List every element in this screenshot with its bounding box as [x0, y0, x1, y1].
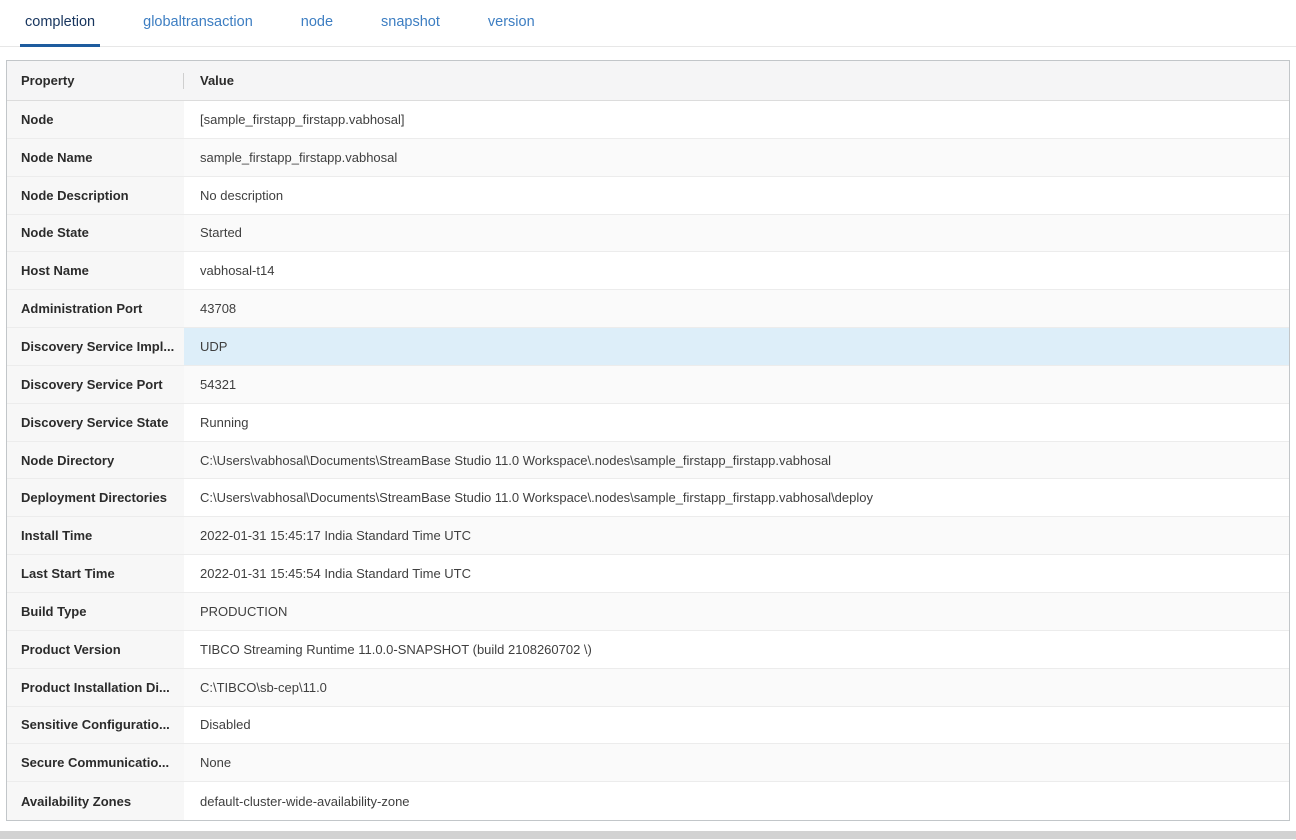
table-row[interactable]: Node[sample_firstapp_firstapp.vabhosal] [7, 101, 1289, 139]
property-cell: Product Version [7, 631, 184, 668]
value-cell: vabhosal-t14 [184, 252, 1289, 289]
table-row[interactable]: Node DescriptionNo description [7, 177, 1289, 215]
value-cell: 43708 [184, 290, 1289, 327]
value-cell: UDP [184, 328, 1289, 365]
property-cell: Availability Zones [7, 782, 184, 820]
property-cell: Discovery Service Impl... [7, 328, 184, 365]
table-row[interactable]: Sensitive Configuratio...Disabled [7, 707, 1289, 745]
tab-completion[interactable]: completion [20, 0, 100, 47]
value-cell: PRODUCTION [184, 593, 1289, 630]
property-cell: Install Time [7, 517, 184, 554]
table-row[interactable]: Discovery Service StateRunning [7, 404, 1289, 442]
value-cell: Started [184, 215, 1289, 252]
value-cell: Disabled [184, 707, 1289, 744]
tab-snapshot[interactable]: snapshot [376, 0, 445, 47]
value-cell: None [184, 744, 1289, 781]
table-row[interactable]: Node StateStarted [7, 215, 1289, 253]
property-cell: Build Type [7, 593, 184, 630]
table-row[interactable]: Product Installation Di...C:\TIBCO\sb-ce… [7, 669, 1289, 707]
table-row[interactable]: Deployment DirectoriesC:\Users\vabhosal\… [7, 479, 1289, 517]
tab-node[interactable]: node [296, 0, 338, 47]
table-row[interactable]: Administration Port43708 [7, 290, 1289, 328]
value-cell: C:\TIBCO\sb-cep\11.0 [184, 669, 1289, 706]
value-cell: [sample_firstapp_firstapp.vabhosal] [184, 101, 1289, 138]
value-cell: 2022-01-31 15:45:54 India Standard Time … [184, 555, 1289, 592]
table-row[interactable]: Discovery Service Impl...UDP [7, 328, 1289, 366]
horizontal-scrollbar[interactable] [0, 831, 1296, 839]
property-cell: Secure Communicatio... [7, 744, 184, 781]
tab-version[interactable]: version [483, 0, 540, 47]
value-cell: C:\Users\vabhosal\Documents\StreamBase S… [184, 442, 1289, 479]
table-row[interactable]: Node Namesample_firstapp_firstapp.vabhos… [7, 139, 1289, 177]
page: completion globaltransaction node snapshot v… [0, 0, 1296, 840]
property-cell: Product Installation Di... [7, 669, 184, 706]
property-cell: Node [7, 101, 184, 138]
value-cell: Running [184, 404, 1289, 441]
table-row[interactable]: Product VersionTIBCO Streaming Runtime 1… [7, 631, 1289, 669]
property-cell: Discovery Service State [7, 404, 184, 441]
value-cell: 54321 [184, 366, 1289, 403]
property-cell: Node State [7, 215, 184, 252]
property-cell: Node Name [7, 139, 184, 176]
table-row[interactable]: Build TypePRODUCTION [7, 593, 1289, 631]
table-row[interactable]: Last Start Time2022-01-31 15:45:54 India… [7, 555, 1289, 593]
property-cell: Host Name [7, 252, 184, 289]
property-cell: Node Description [7, 177, 184, 214]
property-cell: Sensitive Configuratio... [7, 707, 184, 744]
table-row[interactable]: Install Time2022-01-31 15:45:17 India St… [7, 517, 1289, 555]
table-body: Node[sample_firstapp_firstapp.vabhosal]N… [7, 101, 1289, 820]
value-cell: 2022-01-31 15:45:17 India Standard Time … [184, 517, 1289, 554]
tab-globaltransaction[interactable]: globaltransaction [138, 0, 258, 47]
properties-table: Property Value Node[sample_firstapp_firs… [6, 60, 1290, 821]
table-row[interactable]: Node DirectoryC:\Users\vabhosal\Document… [7, 442, 1289, 480]
value-cell: TIBCO Streaming Runtime 11.0.0-SNAPSHOT … [184, 631, 1289, 668]
value-cell: sample_firstapp_firstapp.vabhosal [184, 139, 1289, 176]
value-cell: No description [184, 177, 1289, 214]
property-cell: Node Directory [7, 442, 184, 479]
table-row[interactable]: Host Namevabhosal-t14 [7, 252, 1289, 290]
tab-bar: completion globaltransaction node snapshot v… [0, 0, 1296, 47]
property-cell: Deployment Directories [7, 479, 184, 516]
property-cell: Last Start Time [7, 555, 184, 592]
table-header: Property Value [7, 61, 1289, 101]
property-cell: Discovery Service Port [7, 366, 184, 403]
column-header-value: Value [184, 73, 1289, 88]
table-row[interactable]: Availability Zonesdefault-cluster-wide-a… [7, 782, 1289, 820]
column-header-property: Property [7, 73, 183, 88]
table-row[interactable]: Secure Communicatio...None [7, 744, 1289, 782]
value-cell: C:\Users\vabhosal\Documents\StreamBase S… [184, 479, 1289, 516]
value-cell: default-cluster-wide-availability-zone [184, 782, 1289, 820]
property-cell: Administration Port [7, 290, 184, 327]
table-row[interactable]: Discovery Service Port54321 [7, 366, 1289, 404]
